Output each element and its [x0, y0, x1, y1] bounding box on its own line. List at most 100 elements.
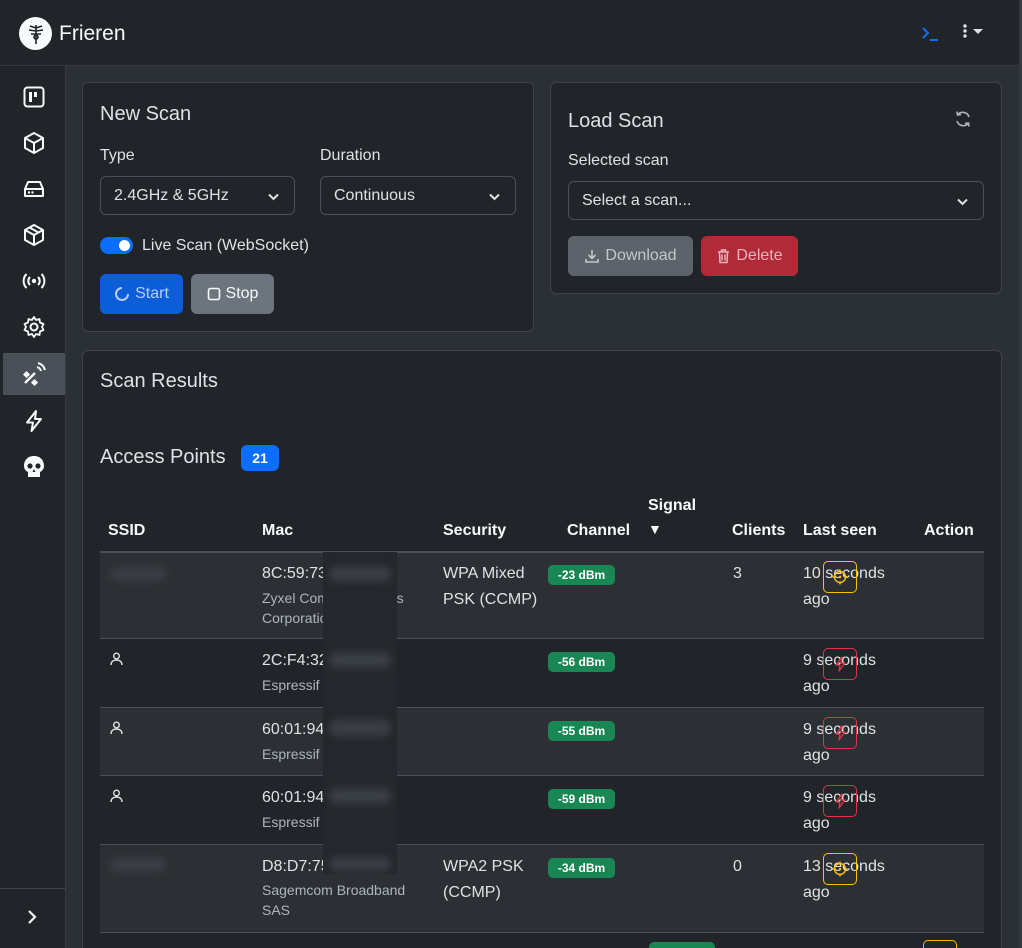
live-scan-label: Live Scan (WebSocket): [142, 237, 309, 254]
sidebar-expand-button[interactable]: [14, 904, 50, 930]
signal-badge: -56 dBm: [548, 652, 615, 672]
signal-sort-icon[interactable]: ▼: [648, 521, 662, 537]
delete-button-label: Delete: [736, 247, 783, 264]
sidebar-item-wifi-recon[interactable]: [3, 353, 65, 395]
deauth-action-button[interactable]: [823, 785, 857, 817]
col-signal[interactable]: Signal: [648, 497, 696, 515]
clients-value: 0: [733, 858, 742, 875]
deauth-action-button[interactable]: [823, 648, 857, 680]
chevron-down-icon: [957, 198, 968, 206]
spinner-icon: [115, 287, 130, 301]
col-security[interactable]: Security: [443, 522, 506, 540]
crosshair-icon: [832, 569, 848, 585]
col-action: Action: [924, 522, 974, 539]
download-icon: [585, 250, 600, 263]
vendor-name: Sagemcom Broadband: [262, 882, 406, 898]
skull-icon: [24, 456, 44, 477]
box-seam-icon: [24, 224, 44, 246]
target-action-button[interactable]: [823, 853, 857, 885]
trash-icon: [718, 249, 730, 264]
crosshair-icon: [832, 861, 848, 877]
access-points-count-badge: 21: [241, 445, 279, 471]
security-value: WPA2 PSK: [443, 858, 524, 875]
type-select[interactable]: 2.4GHz & 5GHz: [100, 176, 295, 215]
live-scan-toggle[interactable]: [100, 237, 133, 254]
ssid-redacted: [110, 858, 166, 872]
hdd-icon: [24, 181, 44, 197]
sidebar-item-broadcast[interactable]: [3, 260, 65, 302]
mac-address: 2C:F4:32: [262, 652, 328, 669]
type-select-value: 2.4GHz & 5GHz: [114, 186, 229, 204]
kebab-menu-button[interactable]: [962, 22, 984, 40]
clients-value: 3: [733, 565, 742, 582]
client-device-icon: [110, 721, 123, 740]
lightning-icon: [26, 410, 42, 432]
start-button[interactable]: Start: [100, 274, 183, 314]
sidebar-item-evil[interactable]: [3, 446, 65, 488]
vendor-name: Espressif: [262, 677, 320, 693]
delete-button[interactable]: Delete: [701, 236, 798, 276]
deauth-action-button[interactable]: [823, 717, 857, 749]
sidebar-item-packages[interactable]: [3, 122, 65, 164]
row-divider: [100, 932, 984, 933]
access-points-title: Access Points: [100, 446, 226, 468]
selected-scan-label: Selected scan: [568, 152, 669, 169]
sidebar-divider: [0, 888, 66, 889]
signal-badge: -59 dBm: [548, 789, 615, 809]
terminal-icon[interactable]: [919, 22, 941, 49]
kebab-menu-icon: [963, 24, 967, 38]
app-title: Frieren: [59, 22, 126, 45]
security-value-cont: (CCMP): [443, 884, 501, 901]
signal-badge-partial: [649, 942, 715, 948]
vendor-name-cont: SAS: [262, 902, 291, 918]
sidebar-item-modules[interactable]: [3, 214, 65, 256]
col-clients[interactable]: Clients: [732, 522, 785, 540]
col-ssid[interactable]: SSID: [108, 522, 145, 540]
duration-select-value: Continuous: [334, 186, 415, 204]
stop-button[interactable]: Stop: [191, 274, 274, 314]
type-label: Type: [100, 147, 135, 164]
mac-address: 8C:59:73: [262, 565, 327, 582]
vendor-name: Espressif: [262, 814, 320, 830]
stop-button-label: Stop: [225, 285, 259, 302]
target-action-button[interactable]: [823, 561, 857, 593]
lightning-icon: [835, 725, 846, 741]
download-button[interactable]: Download: [568, 236, 693, 276]
stop-icon: [207, 287, 220, 301]
chevron-down-icon: [268, 193, 279, 201]
refresh-button[interactable]: [953, 109, 973, 134]
gear-icon: [23, 316, 45, 338]
top-bar: Frieren: [0, 0, 1022, 66]
sidebar-item-settings[interactable]: [3, 306, 65, 348]
mac-address: 60:01:94: [262, 721, 325, 738]
caret-down-icon: [973, 29, 983, 34]
scan-results-title: Scan Results: [100, 370, 218, 392]
duration-select[interactable]: Continuous: [320, 176, 516, 215]
scan-select[interactable]: Select a scan...: [568, 181, 984, 220]
duration-label: Duration: [320, 147, 381, 164]
app-logo: [19, 17, 52, 50]
col-mac[interactable]: Mac: [262, 522, 293, 540]
sidebar-item-dashboard[interactable]: [3, 76, 65, 118]
sidebar-item-storage[interactable]: [3, 168, 65, 210]
lightning-icon: [835, 656, 846, 672]
security-value-cont: PSK (CCMP): [443, 591, 538, 608]
security-value: WPA Mixed: [443, 565, 525, 582]
satellite-icon: [22, 362, 46, 387]
sidebar-item-attacks[interactable]: [3, 400, 65, 442]
new-scan-title: New Scan: [100, 103, 192, 125]
lightning-icon: [835, 793, 846, 809]
sidebar: [0, 66, 66, 948]
signal-badge: -55 dBm: [548, 721, 615, 741]
vendor-name: Espressif: [262, 746, 320, 762]
col-last-seen[interactable]: Last seen: [803, 522, 877, 540]
chevron-right-icon: [28, 910, 37, 924]
load-scan-title: Load Scan: [568, 110, 664, 132]
kanban-icon: [23, 86, 45, 108]
mac-address: 60:01:94: [262, 789, 325, 806]
col-channel[interactable]: Channel: [567, 522, 630, 540]
signal-badge: -23 dBm: [548, 565, 615, 585]
target-action-button-partial[interactable]: [923, 940, 957, 948]
box-icon: [24, 132, 44, 154]
mac-address: D8:D7:75: [262, 858, 330, 875]
